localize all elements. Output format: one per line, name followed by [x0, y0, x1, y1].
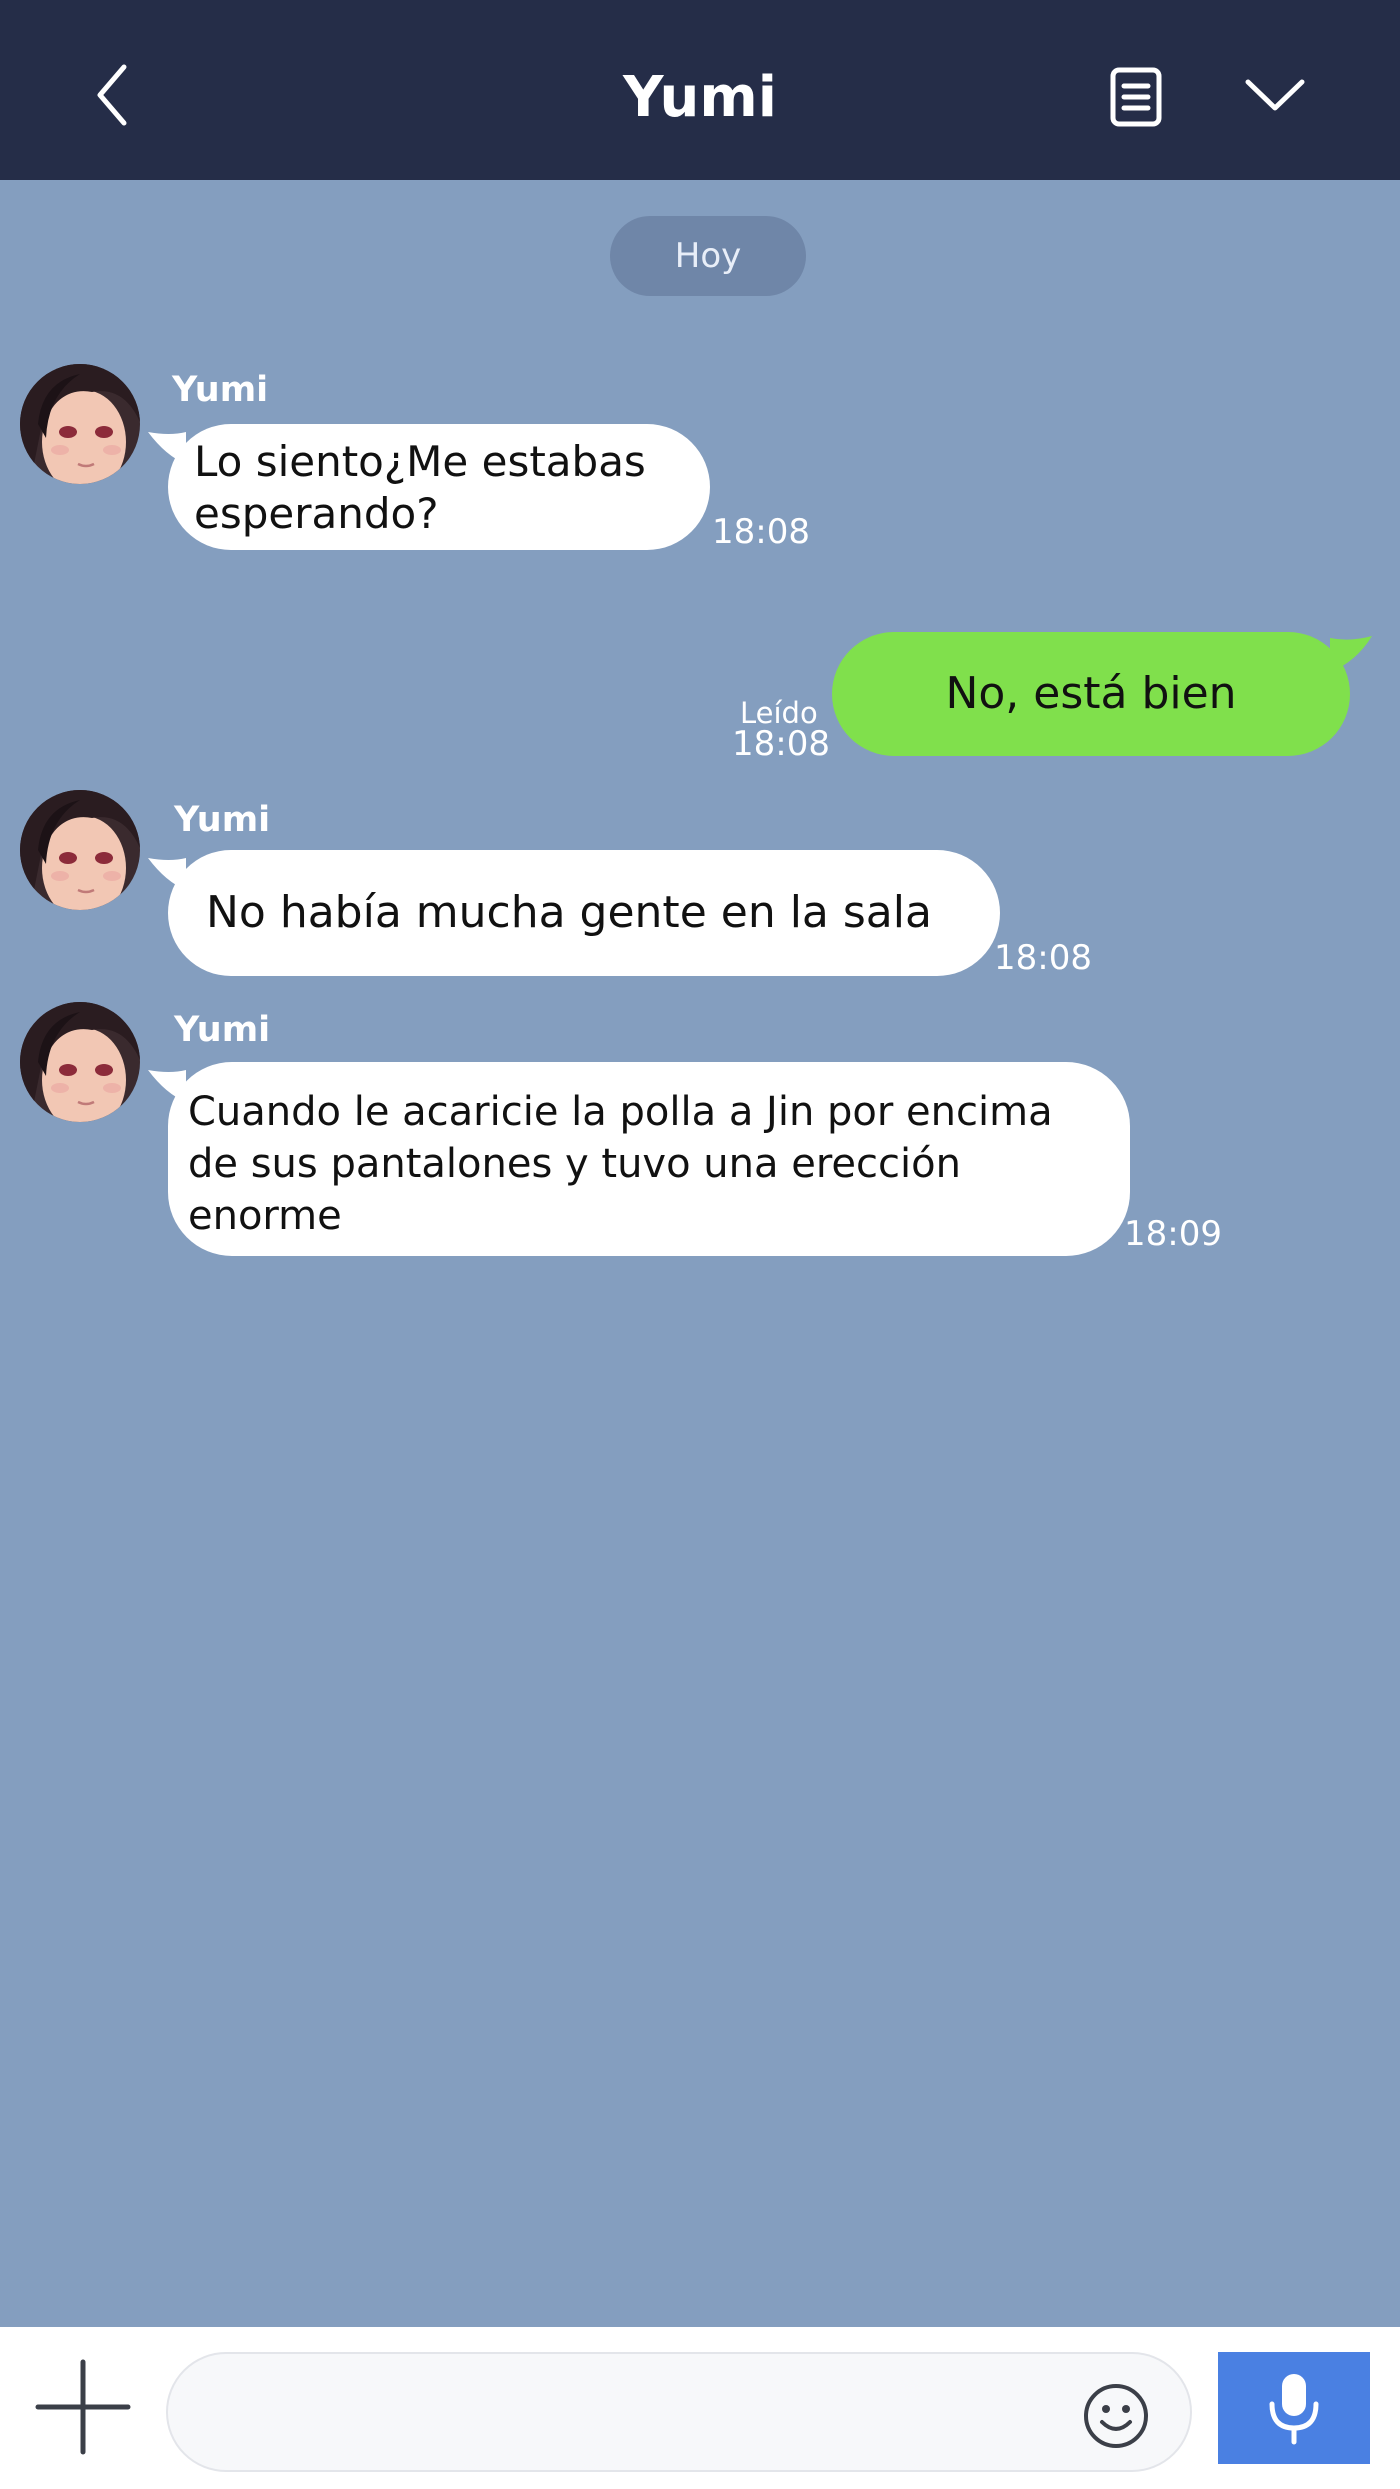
message-bubble[interactable]: Cuando le acaricie la polla a Jin por en… [168, 1062, 1130, 1256]
back-button[interactable] [80, 55, 150, 135]
date-separator: Hoy [610, 216, 806, 296]
message-line: esperando? [194, 489, 439, 538]
plus-icon [35, 2359, 131, 2455]
chat-header: Yumi [0, 0, 1400, 180]
message-line: Lo siento¿Me estabas [194, 437, 646, 486]
notes-button[interactable] [1108, 66, 1166, 128]
avatar[interactable] [20, 364, 140, 484]
sender-name: Yumi [172, 370, 269, 410]
chevron-down-icon [1245, 79, 1305, 111]
avatar[interactable] [20, 790, 140, 910]
message-time: 18:09 [1124, 1214, 1222, 1254]
message-time: 18:08 [994, 938, 1092, 978]
message-input[interactable] [166, 2352, 1192, 2472]
sender-name: Yumi [174, 1010, 271, 1050]
message-bubble[interactable]: No había mucha gente en la sala [168, 850, 1000, 976]
message-bubble[interactable]: Lo siento¿Me estabas esperando? [168, 424, 710, 550]
message-line: de sus pantalones y tuvo una erección [188, 1141, 961, 1187]
message-time: 18:08 [732, 724, 830, 764]
message-time: 18:08 [712, 512, 810, 552]
emoji-icon [1084, 2384, 1148, 2448]
menu-dropdown-button[interactable] [1240, 70, 1310, 120]
attach-button[interactable] [28, 2352, 138, 2462]
voice-message-button[interactable] [1218, 2352, 1370, 2464]
notes-icon [1110, 67, 1162, 127]
microphone-icon [1269, 2374, 1319, 2445]
message-bubble[interactable]: No, está bien [832, 632, 1350, 756]
message-line: No había mucha gente en la sala [206, 887, 932, 938]
emoji-button[interactable] [1082, 2382, 1150, 2450]
chat-title: Yumi [623, 65, 777, 130]
chevron-left-icon [97, 64, 127, 126]
avatar[interactable] [20, 1002, 140, 1122]
message-line: enorme [188, 1193, 342, 1239]
sender-name: Yumi [174, 800, 271, 840]
message-line: Cuando le acaricie la polla a Jin por en… [188, 1089, 1053, 1135]
